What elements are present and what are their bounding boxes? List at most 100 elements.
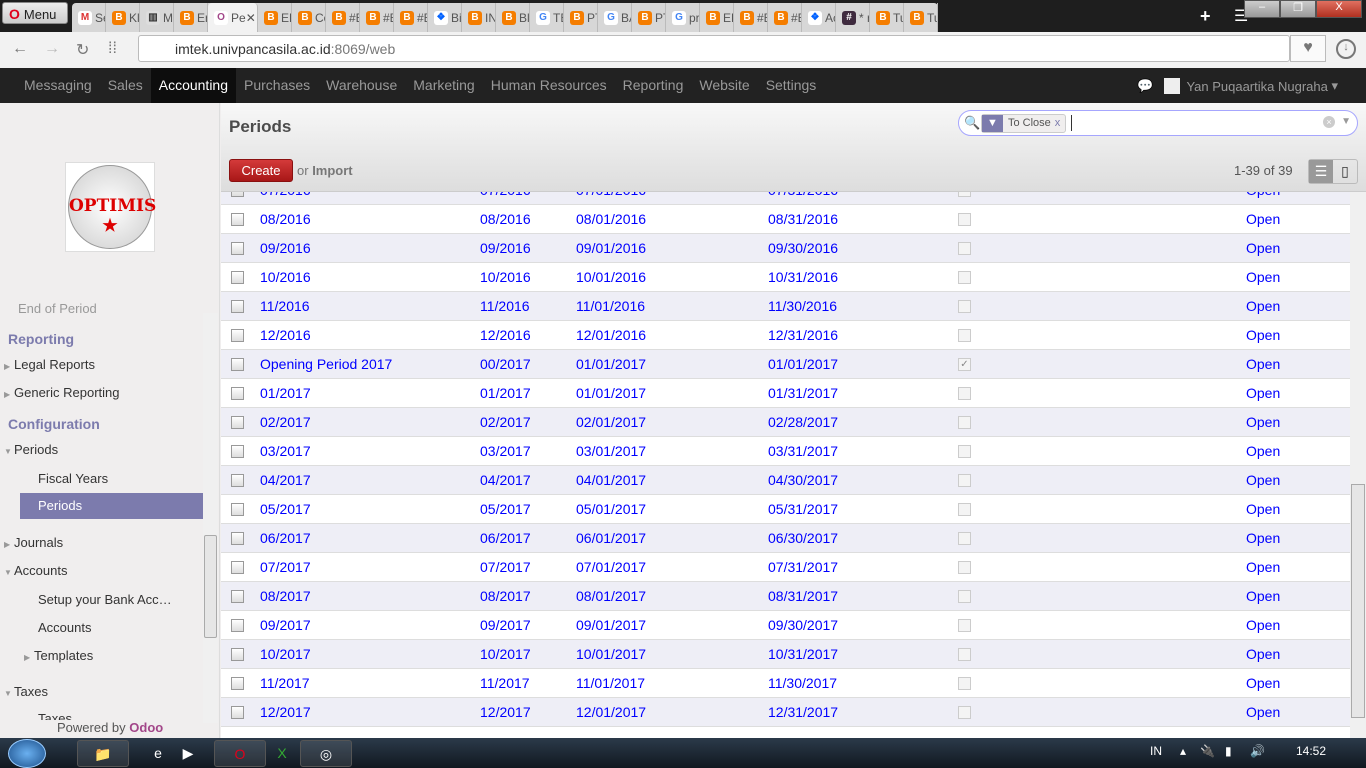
media-player-taskbar-icon[interactable]: ▶ [162,740,214,767]
browser-tab[interactable]: B#E [768,3,802,32]
close-window-button[interactable]: X [1316,0,1362,18]
language-indicator[interactable]: IN [1150,744,1162,758]
cell-date-start[interactable]: 01/01/2017 [576,356,646,372]
back-icon[interactable]: ← [12,40,28,58]
cell-status[interactable]: Open [1246,704,1280,720]
cell-name[interactable]: 09/2016 [260,240,311,256]
clear-search-icon[interactable]: × [1323,116,1335,128]
topnav-reporting[interactable]: Reporting [615,68,692,103]
row-select-checkbox[interactable] [231,445,244,458]
cell-date-end[interactable]: 12/31/2017 [768,704,838,720]
table-row[interactable]: 12/2016 12/2016 12/01/2016 12/31/2016 Open [221,321,1350,350]
browser-tab[interactable]: ❖Ac [802,3,836,32]
close-tab-icon[interactable]: ✕ [246,11,256,25]
row-select-checkbox[interactable] [231,329,244,342]
browser-tab[interactable]: BEF [258,3,292,32]
table-row[interactable]: 05/2017 05/2017 05/01/2017 05/31/2017 Open [221,495,1350,524]
cell-code[interactable]: 07/2017 [480,559,531,575]
row-select-checkbox[interactable] [231,387,244,400]
cell-status[interactable]: Open [1246,192,1280,198]
table-row[interactable]: 06/2017 06/2017 06/01/2017 06/30/2017 Open [221,524,1350,553]
cell-date-start[interactable]: 08/01/2016 [576,211,646,227]
cell-status[interactable]: Open [1246,559,1280,575]
browser-tab[interactable]: O Pe ✕ [208,3,258,32]
cell-date-start[interactable]: 04/01/2017 [576,472,646,488]
cell-date-end[interactable]: 01/31/2017 [768,385,838,401]
cell-status[interactable]: Open [1246,443,1280,459]
cell-date-end[interactable]: 02/28/2017 [768,414,838,430]
cell-status[interactable]: Open [1246,211,1280,227]
cell-code[interactable]: 12/2017 [480,704,531,720]
cell-date-start[interactable]: 06/01/2017 [576,530,646,546]
cell-date-start[interactable]: 08/01/2017 [576,588,646,604]
cell-name[interactable]: 04/2017 [260,472,311,488]
topnav-website[interactable]: Website [691,68,757,103]
cell-date-start[interactable]: 12/01/2016 [576,327,646,343]
volume-icon[interactable]: 🔊 [1250,744,1265,758]
cell-name[interactable]: 07/2016 [260,192,311,198]
cell-code[interactable]: 05/2017 [480,501,531,517]
browser-tab[interactable]: # * r [836,3,870,32]
browser-tab[interactable]: ▥ M [140,3,174,32]
row-select-checkbox[interactable] [231,503,244,516]
cell-code[interactable]: 10/2016 [480,269,531,285]
browser-tab[interactable]: B Bl [496,3,530,32]
row-select-checkbox[interactable] [231,590,244,603]
cell-status[interactable]: Open [1246,675,1280,691]
download-icon[interactable]: ↓ [1336,39,1356,59]
browser-tab[interactable]: BTu [870,3,904,32]
sidebar-item-legal-reports[interactable]: ▶ Legal Reports [0,357,95,372]
list-view-button[interactable]: ☰ [1309,160,1333,183]
browser-tab[interactable]: B#E [326,3,360,32]
signal-icon[interactable]: ▮ [1225,744,1232,758]
cell-date-end[interactable]: 11/30/2017 [768,675,837,691]
topnav-marketing[interactable]: Marketing [405,68,482,103]
topnav-accounting[interactable]: Accounting [150,68,237,103]
cell-name[interactable]: 03/2017 [260,443,311,459]
opera-menu-button[interactable]: O Menu [2,2,68,24]
row-select-checkbox[interactable] [231,242,244,255]
cell-name[interactable]: 01/2017 [260,385,311,401]
browser-tab[interactable]: B#E [734,3,768,32]
row-select-checkbox[interactable] [231,271,244,284]
cell-name[interactable]: 02/2017 [260,414,311,430]
speed-dial-icon[interactable]: ⁞⁞ [108,40,117,58]
cell-code[interactable]: 08/2017 [480,588,531,604]
form-view-button[interactable]: ▯ [1333,160,1357,183]
table-row[interactable]: 01/2017 01/2017 01/01/2017 01/31/2017 Open [221,379,1350,408]
topnav-purchases[interactable]: Purchases [236,68,318,103]
forward-icon[interactable]: → [44,40,60,58]
cell-date-end[interactable]: 07/31/2016 [768,192,838,198]
table-row[interactable]: 09/2016 09/2016 09/01/2016 09/30/2016 Open [221,234,1350,263]
cell-status[interactable]: Open [1246,588,1280,604]
cell-date-end[interactable]: 03/31/2017 [768,443,838,459]
browser-tab[interactable]: B#E [360,3,394,32]
topnav-warehouse[interactable]: Warehouse [318,68,405,103]
cell-code[interactable]: 09/2016 [480,240,531,256]
cell-date-start[interactable]: 02/01/2017 [576,414,646,430]
cell-date-start[interactable]: 09/01/2016 [576,240,646,256]
browser-tab[interactable]: ❖ Bi [428,3,462,32]
search-input[interactable]: 🔍 ▼ To Close x × ▼ [958,110,1358,136]
clock[interactable]: 14:52 [1296,744,1326,758]
list-scrollbar-thumb[interactable] [1351,484,1365,718]
cell-code[interactable]: 04/2017 [480,472,531,488]
table-row[interactable]: 10/2017 10/2017 10/01/2017 10/31/2017 Open [221,640,1350,669]
reload-icon[interactable]: ↻ [76,40,89,60]
cell-date-start[interactable]: 07/01/2017 [576,559,646,575]
row-select-checkbox[interactable] [231,358,244,371]
cell-code[interactable]: 03/2017 [480,443,531,459]
browser-tab[interactable]: GTE [530,3,564,32]
topnav-settings[interactable]: Settings [758,68,825,103]
table-row[interactable]: 11/2017 11/2017 11/01/2017 11/30/2017 Open [221,669,1350,698]
browser-tab[interactable]: GBA [598,3,632,32]
browser-tab[interactable]: B#E [394,3,428,32]
table-row[interactable]: 08/2016 08/2016 08/01/2016 08/31/2016 Open [221,205,1350,234]
cell-name[interactable]: 08/2016 [260,211,311,227]
cell-name[interactable]: Opening Period 2017 [260,356,392,372]
cell-name[interactable]: 09/2017 [260,617,311,633]
cell-date-start[interactable]: 10/01/2017 [576,646,646,662]
sidebar-item-taxes-group[interactable]: ▼ Taxes [0,684,48,699]
topnav-messaging[interactable]: Messaging [16,68,100,103]
browser-tab[interactable]: MSe [72,3,106,32]
